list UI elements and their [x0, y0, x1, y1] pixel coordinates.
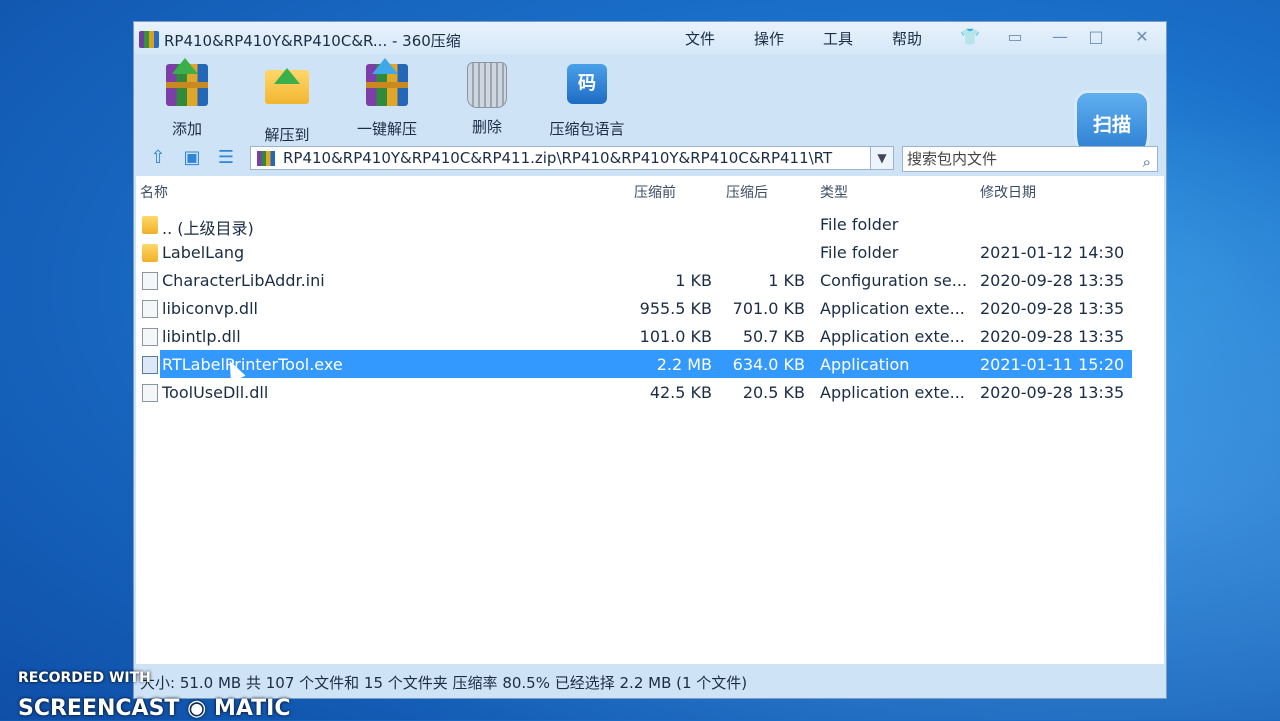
- file-name: ToolUseDll.dll: [162, 383, 269, 402]
- file-type: Application exte...: [820, 299, 965, 318]
- file-name: LabelLang: [162, 243, 245, 262]
- menu-help[interactable]: 帮助: [892, 28, 922, 49]
- size-before: 42.5 KB: [649, 383, 712, 402]
- application-icon: [142, 356, 158, 374]
- menu-operation[interactable]: 操作: [754, 28, 784, 49]
- file-name: CharacterLibAddr.ini: [162, 271, 325, 290]
- table-row[interactable]: libintlp.dll 101.0 KB 50.7 KB Application e…: [136, 322, 1132, 350]
- code-language-icon: 码: [564, 64, 610, 110]
- column-size-before[interactable]: 压缩前: [634, 182, 676, 202]
- watermark-top: RECORDED WITH: [18, 670, 151, 686]
- status-bar: 大小: 51.0 MB 共 107 个文件和 15 个文件夹 压缩率 80.5%…: [140, 674, 748, 692]
- folder-icon: [142, 216, 158, 234]
- file-icon: [142, 384, 158, 402]
- modified-date: 2020-09-28 13:35: [980, 327, 1125, 346]
- column-type[interactable]: 类型: [820, 182, 848, 202]
- size-after: 634.0 KB: [732, 355, 805, 374]
- search-icon[interactable]: ⌕: [1143, 150, 1151, 174]
- delete-label: 删除: [471, 118, 502, 136]
- feedback-icon[interactable]: ▭: [1005, 28, 1025, 46]
- search-input[interactable]: 搜索包内文件 ⌕: [902, 146, 1158, 172]
- shirt-icon[interactable]: 👕: [960, 28, 980, 46]
- size-after: 20.5 KB: [742, 383, 805, 402]
- title-bar[interactable]: RP410&RP410Y&RP410C&R... - 360压缩 文件 操作 工…: [134, 22, 1166, 54]
- compress-language-button[interactable]: 码 压缩包语言: [542, 62, 632, 139]
- column-modified[interactable]: 修改日期: [980, 182, 1036, 202]
- file-name: .. (上级目录): [162, 219, 254, 238]
- folder-icon: [142, 244, 158, 262]
- modified-date: 2021-01-11 15:20: [980, 355, 1125, 374]
- scan-label: 扫描: [1092, 114, 1131, 136]
- file-name: libiconvp.dll: [162, 299, 258, 318]
- table-row[interactable]: LabelLang File folder 2021-01-12 14:30: [136, 238, 1132, 266]
- file-type: File folder: [820, 215, 899, 234]
- add-button[interactable]: 添加: [142, 58, 232, 139]
- size-after: 50.7 KB: [742, 327, 805, 346]
- column-name[interactable]: 名称: [140, 182, 168, 202]
- extract-folder-icon: [264, 68, 310, 116]
- size-after: 701.0 KB: [732, 299, 805, 318]
- file-type: Application exte...: [820, 383, 965, 402]
- watermark-bottom: SCREENCAST ◉ MATIC: [18, 696, 291, 721]
- close-icon[interactable]: ✕: [1132, 28, 1152, 46]
- modified-date: 2020-09-28 13:35: [980, 271, 1125, 290]
- file-name: libintlp.dll: [162, 327, 241, 346]
- list-view-icon[interactable]: ☰: [214, 146, 238, 170]
- menu-file[interactable]: 文件: [685, 28, 715, 49]
- trash-icon: [464, 62, 510, 108]
- up-arrow-icon[interactable]: ⇧: [146, 146, 170, 170]
- file-type: File folder: [820, 243, 899, 262]
- size-after: 1 KB: [768, 271, 805, 290]
- navigation-bar: ⇧ ▣ ☰ RP410&RP410Y&RP410C&RP411.zip\RP41…: [134, 144, 1166, 174]
- table-row[interactable]: CharacterLibAddr.ini 1 KB 1 KB Configuratio…: [136, 266, 1132, 294]
- file-type: Application exte...: [820, 327, 965, 346]
- extract-to-button[interactable]: 解压到: [242, 62, 332, 145]
- path-text: RP410&RP410Y&RP410C&RP411.zip\RP410&RP41…: [283, 149, 833, 167]
- modified-date: 2021-01-12 14:30: [980, 243, 1125, 262]
- file-type: Configuration se...: [820, 271, 968, 290]
- one-click-extract-label: 一键解压: [356, 120, 417, 138]
- extract-to-label: 解压到: [264, 126, 310, 144]
- size-before: 2.2 MB: [656, 355, 712, 374]
- size-before: 1 KB: [675, 271, 712, 290]
- table-row[interactable]: libiconvp.dll 955.5 KB 701.0 KB Application…: [136, 294, 1132, 322]
- window-title: RP410&RP410Y&RP410C&R... - 360压缩: [164, 32, 461, 50]
- add-label: 添加: [171, 120, 202, 138]
- file-icon: [142, 272, 158, 290]
- file-icon: [142, 300, 158, 318]
- column-size-after[interactable]: 压缩后: [726, 182, 768, 202]
- path-field[interactable]: RP410&RP410Y&RP410C&RP411.zip\RP410&RP41…: [250, 146, 894, 170]
- archive-app-icon: [139, 31, 159, 48]
- toolbar: 添加 解压到 一键解压 删除 码 压缩包语言 扫描: [134, 54, 1166, 172]
- menu-tools[interactable]: 工具: [823, 28, 853, 49]
- path-dropdown-icon[interactable]: ▼: [870, 146, 894, 170]
- file-list: 名称 压缩前 压缩后 类型 修改日期 .. (上级目录) File folder L…: [136, 176, 1164, 664]
- size-before: 101.0 KB: [639, 327, 712, 346]
- file-name: RTLabelPrinterTool.exe: [162, 355, 343, 374]
- archive-window: RP410&RP410Y&RP410C&R... - 360压缩 文件 操作 工…: [133, 21, 1167, 699]
- table-row[interactable]: ToolUseDll.dll 42.5 KB 20.5 KB Application …: [136, 378, 1132, 406]
- compress-language-label: 压缩包语言: [549, 120, 625, 138]
- archive-path-icon: [257, 151, 275, 166]
- maximize-icon[interactable]: □: [1086, 28, 1106, 46]
- minimize-icon[interactable]: —: [1050, 28, 1070, 46]
- modified-date: 2020-09-28 13:35: [980, 383, 1125, 402]
- one-click-extract-button[interactable]: 一键解压: [342, 58, 432, 139]
- search-placeholder: 搜索包内文件: [907, 150, 998, 168]
- modified-date: 2020-09-28 13:35: [980, 299, 1125, 318]
- table-row[interactable]: .. (上级目录) File folder: [136, 210, 1132, 238]
- thumbnail-view-icon[interactable]: ▣: [180, 146, 204, 170]
- file-type: Application: [820, 355, 910, 374]
- size-before: 955.5 KB: [639, 299, 712, 318]
- table-row[interactable]: RTLabelPrinterTool.exe 2.2 MB 634.0 KB Appl…: [142, 350, 1132, 378]
- add-archive-icon: [164, 58, 210, 110]
- file-icon: [142, 328, 158, 346]
- delete-button[interactable]: 删除: [442, 62, 532, 137]
- one-click-extract-icon: [364, 58, 410, 110]
